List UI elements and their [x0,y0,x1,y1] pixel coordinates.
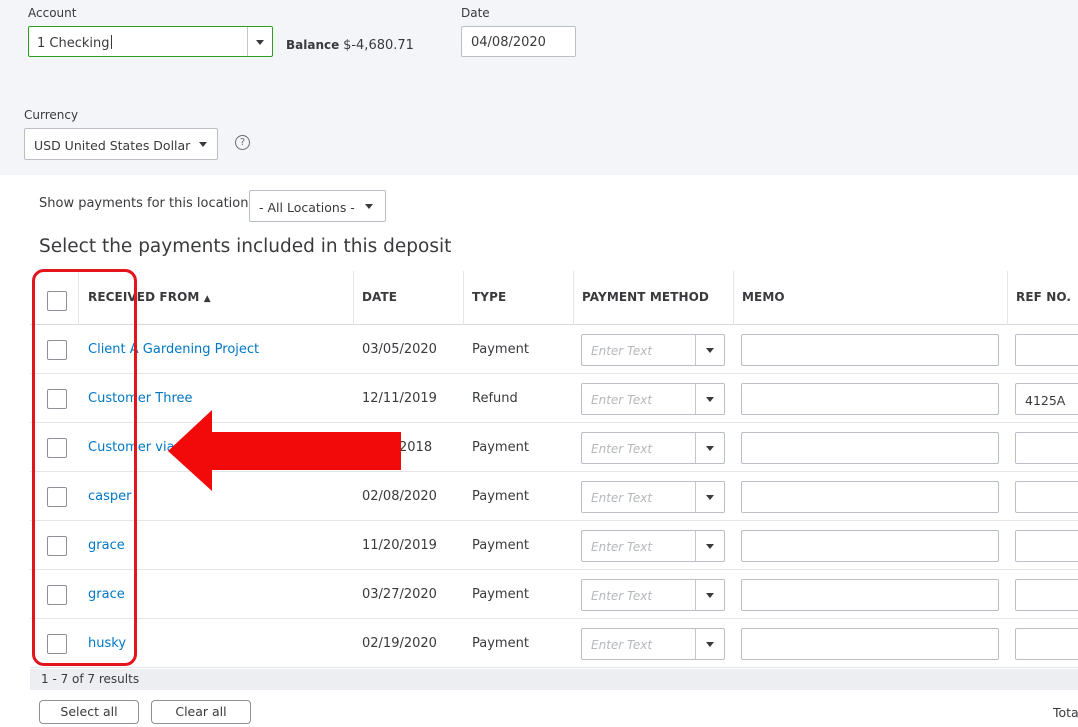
table-row: grace 11/20/2019 Payment Enter Text [30,521,1078,570]
col-payment-method[interactable]: PAYMENT METHOD [582,290,709,304]
col-ref-no[interactable]: REF NO. [1016,290,1071,304]
row-date: 03/27/2020 [362,587,437,602]
table-row: grace 03/27/2020 Payment Enter Text [30,570,1078,619]
memo-input[interactable] [741,383,999,415]
chevron-down-icon[interactable] [706,593,714,598]
table-row: husky 02/19/2020 Payment Enter Text [30,619,1078,668]
select-divider [247,27,248,56]
location-filter-label: Show payments for this location: [39,196,253,211]
account-value: 1 Checking [37,36,110,51]
memo-input[interactable] [741,432,999,464]
chevron-down-icon[interactable] [256,40,264,45]
row-type: Payment [472,636,529,651]
currency-select[interactable]: USD United States Dollar [24,128,218,160]
chevron-down-icon[interactable] [706,495,714,500]
date-label: Date [461,6,490,20]
ref-no-input[interactable]: 4125A [1015,383,1078,415]
row-date: 12/11/2019 [362,391,437,406]
row-date: 03/05/2020 [362,342,437,357]
location-select[interactable]: - All Locations - [249,190,386,222]
results-bar: 1 - 7 of 7 results [30,669,1078,690]
ref-no-input[interactable] [1015,481,1078,513]
sort-asc-icon: ▲ [203,294,211,304]
chevron-down-icon[interactable] [365,204,373,209]
payment-method-select[interactable]: Enter Text [581,628,725,660]
ref-no-input[interactable] [1015,530,1078,562]
col-memo[interactable]: MEMO [742,290,785,304]
memo-input[interactable] [741,530,999,562]
memo-input[interactable] [741,481,999,513]
balance-amount: $-4,680.71 [343,38,414,53]
chevron-down-icon[interactable] [199,142,207,147]
chevron-down-icon[interactable] [706,642,714,647]
row-type: Payment [472,489,529,504]
memo-input[interactable] [741,334,999,366]
row-date: 11/20/2019 [362,538,437,553]
payment-method-select[interactable]: Enter Text [581,383,725,415]
row-type: Payment [472,538,529,553]
help-icon[interactable]: ? [235,135,250,150]
chevron-down-icon[interactable] [706,544,714,549]
chevron-down-icon[interactable] [706,397,714,402]
payment-method-select[interactable]: Enter Text [581,334,725,366]
chevron-down-icon[interactable] [706,348,714,353]
table-row: Client A Gardening Project 03/05/2020 Pa… [30,325,1078,374]
row-date: 02/19/2020 [362,636,437,651]
annotation-highlight-box [32,269,137,666]
ref-no-input[interactable] [1015,628,1078,660]
memo-input[interactable] [741,628,999,660]
account-select[interactable]: 1 Checking [28,26,273,57]
row-type: Payment [472,342,529,357]
memo-input[interactable] [741,579,999,611]
balance-label: Balance [286,38,340,52]
ref-no-input[interactable] [1015,432,1078,464]
payment-method-select[interactable]: Enter Text [581,530,725,562]
row-type: Payment [472,440,529,455]
ref-no-input[interactable] [1015,579,1078,611]
account-balance: Balance $-4,680.71 [286,38,414,53]
annotation-arrow-icon [168,410,401,491]
section-title: Select the payments included in this dep… [39,236,452,257]
clear-all-button[interactable]: Clear all [151,700,251,724]
currency-value: USD United States Dollar [34,138,191,153]
payment-method-select[interactable]: Enter Text [581,481,725,513]
currency-label: Currency [24,108,79,122]
row-type: Payment [472,587,529,602]
table-header: RECEIVED FROM ▲ DATE TYPE PAYMENT METHOD… [30,271,1078,325]
select-all-button[interactable]: Select all [39,700,139,724]
location-value: - All Locations - [259,200,355,215]
col-type[interactable]: TYPE [472,290,506,304]
account-label: Account [28,6,77,20]
results-count: 1 - 7 of 7 results [41,672,140,686]
chevron-down-icon[interactable] [706,446,714,451]
total-label: Total [1053,705,1078,720]
payment-method-select[interactable]: Enter Text [581,432,725,464]
ref-no-input[interactable] [1015,334,1078,366]
col-date[interactable]: DATE [362,290,397,304]
text-cursor [110,35,112,49]
row-type: Refund [472,391,518,406]
payment-method-select[interactable]: Enter Text [581,579,725,611]
row-date: 2018 [399,440,433,455]
date-input[interactable]: 04/08/2020 [461,26,576,57]
